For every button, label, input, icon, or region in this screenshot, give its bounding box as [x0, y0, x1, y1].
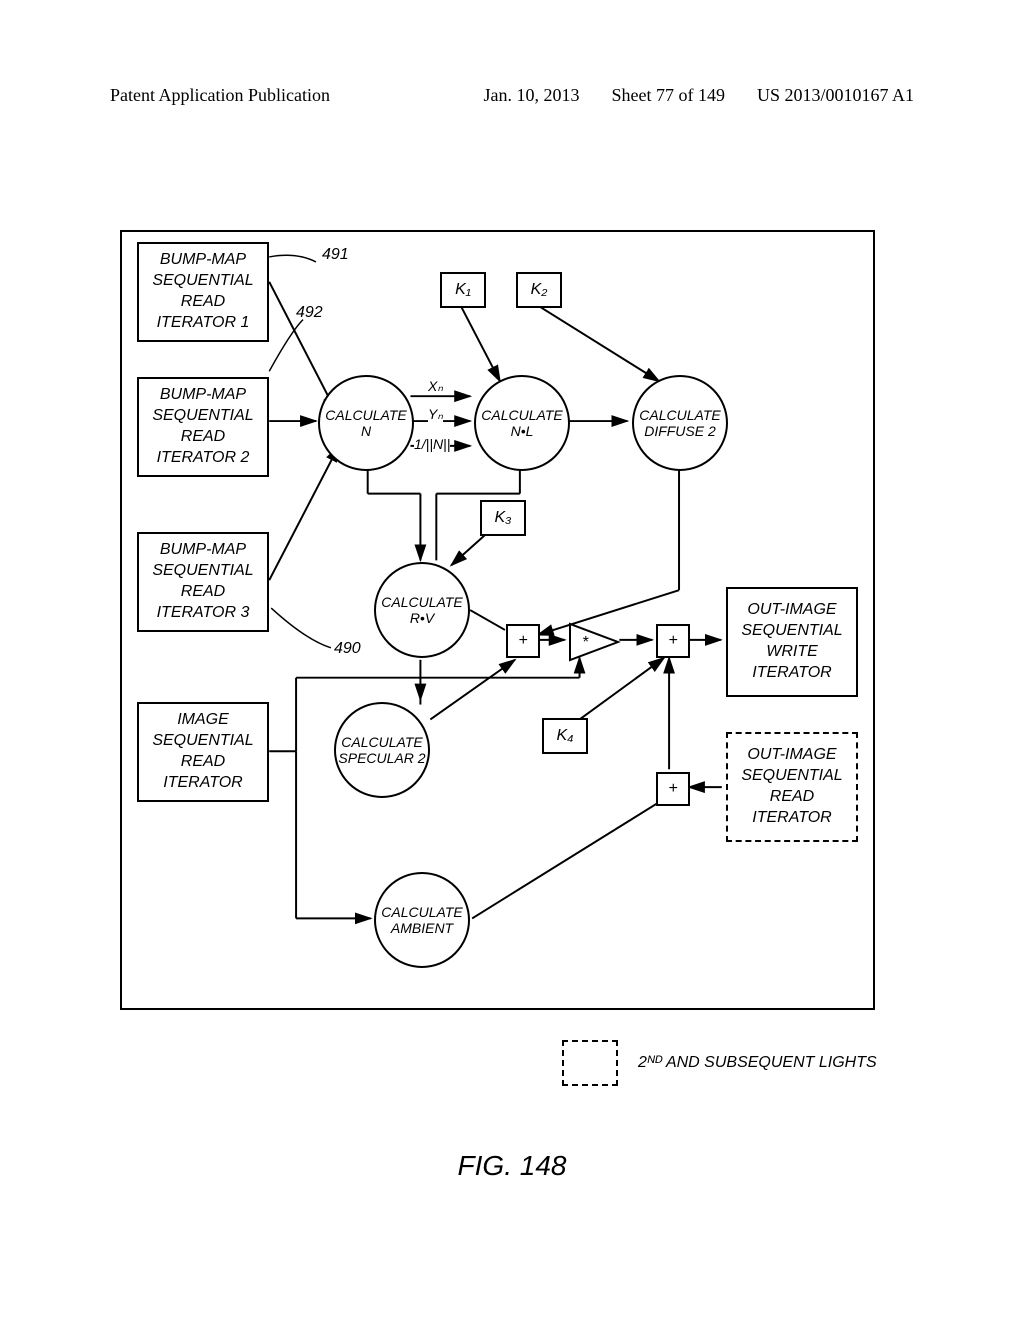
header-left: Patent Application Publication: [110, 85, 330, 106]
header-pubno: US 2013/0010167 A1: [757, 85, 914, 106]
header-sheet: Sheet 77 of 149: [611, 85, 724, 106]
out-read-iter: OUT-IMAGE SEQUENTIAL READ ITERATOR: [726, 732, 858, 842]
calc-rv-node: CALCULATE R•V: [374, 562, 470, 658]
calc-ambient-node: CALCULATE AMBIENT: [374, 872, 470, 968]
mult-node: *: [568, 622, 622, 662]
plus2-node: +: [656, 624, 690, 658]
diagram-frame: BUMP-MAP SEQUENTIAL READ ITERATOR 1 BUMP…: [120, 230, 875, 1010]
ref-492: 492: [296, 304, 323, 322]
k3-box: K₃: [480, 500, 526, 536]
ref-490: 490: [334, 640, 361, 658]
header-date: Jan. 10, 2013: [483, 85, 579, 106]
k2-box: K₂: [516, 272, 562, 308]
header-right: Jan. 10, 2013 Sheet 77 of 149 US 2013/00…: [483, 85, 914, 106]
bump-iter-1: BUMP-MAP SEQUENTIAL READ ITERATOR 1: [137, 242, 269, 342]
svg-text:*: *: [582, 634, 589, 651]
bump-iter-3: BUMP-MAP SEQUENTIAL READ ITERATOR 3: [137, 532, 269, 632]
page-header: Patent Application Publication Jan. 10, …: [0, 85, 1024, 106]
edge-xn: Xₙ: [428, 378, 443, 395]
edge-oneovern: 1/||N||: [414, 436, 450, 452]
calc-specular-node: CALCULATE SPECULAR 2: [334, 702, 430, 798]
bump-iter-2: BUMP-MAP SEQUENTIAL READ ITERATOR 2: [137, 377, 269, 477]
calc-n-node: CALCULATE N: [318, 375, 414, 471]
edge-yn: Yₙ: [428, 406, 443, 423]
plus1-node: +: [506, 624, 540, 658]
legend-text: 2ᴺᴰ AND SUBSEQUENT LIGHTS: [638, 1054, 877, 1072]
figure-caption: FIG. 148: [0, 1150, 1024, 1182]
out-write-iter: OUT-IMAGE SEQUENTIAL WRITE ITERATOR: [726, 587, 858, 697]
legend-swatch: [562, 1040, 618, 1086]
image-iter: IMAGE SEQUENTIAL READ ITERATOR: [137, 702, 269, 802]
legend: 2ᴺᴰ AND SUBSEQUENT LIGHTS: [562, 1040, 877, 1086]
k1-box: K₁: [440, 272, 486, 308]
calc-diffuse-node: CALCULATE DIFFUSE 2: [632, 375, 728, 471]
k4-box: K₄: [542, 718, 588, 754]
plus3-node: +: [656, 772, 690, 806]
calc-nl-node: CALCULATE N•L: [474, 375, 570, 471]
ref-491: 491: [322, 246, 349, 264]
